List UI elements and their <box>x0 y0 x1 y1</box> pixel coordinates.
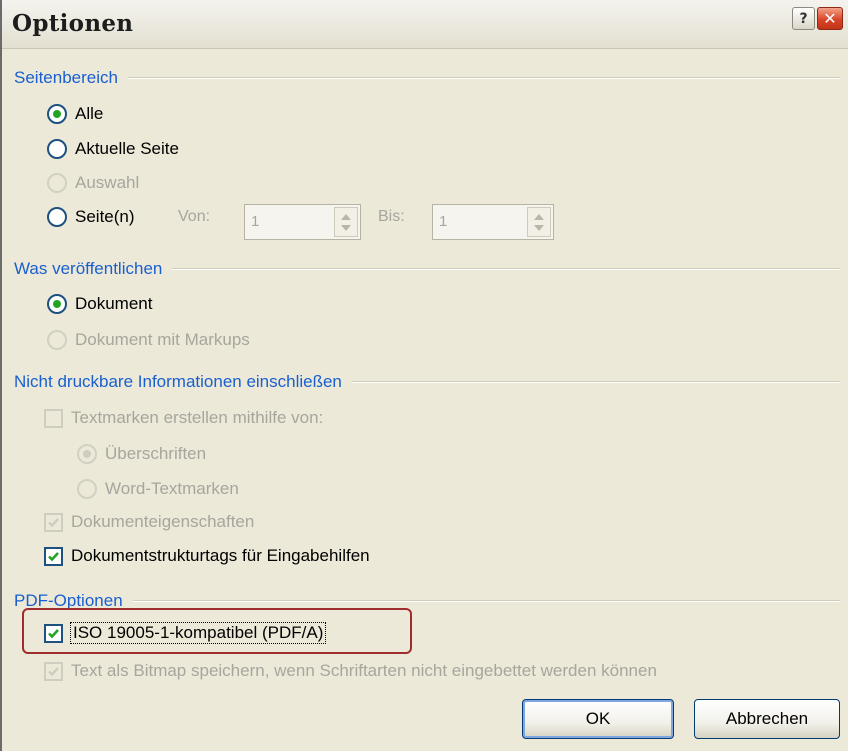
to-label: Bis: <box>378 208 405 225</box>
checkbox-icon[interactable] <box>44 623 63 643</box>
radio-selected-dot <box>53 110 61 118</box>
checkbox-doc-properties-label: Dokumenteigenschaften <box>71 512 255 531</box>
spinner-arrows[interactable] <box>334 207 358 237</box>
radio-all-label: Alle <box>75 104 104 123</box>
ok-button[interactable]: OK <box>522 699 674 739</box>
radio-document-markups: Dokument mit Markups <box>47 330 250 350</box>
options-dialog: Optionen ? ✕ Seitenbereich Alle Aktuelle… <box>0 0 848 751</box>
checkbox-structure-tags-label: Dokumentstrukturtags für Eingabehilfen <box>71 546 370 565</box>
radio-icon[interactable] <box>47 294 67 314</box>
to-page-value: 1 <box>439 213 448 230</box>
group-divider <box>127 77 840 79</box>
radio-current-page-label: Aktuelle Seite <box>75 139 179 158</box>
radio-headings: Überschriften <box>77 444 206 464</box>
from-label: Von: <box>178 208 211 225</box>
radio-headings-label: Überschriften <box>105 444 207 463</box>
spin-down-icon[interactable] <box>534 225 544 231</box>
spinner-arrows[interactable] <box>527 207 551 237</box>
checkmark-icon <box>48 666 59 676</box>
to-page-spinner[interactable]: 1 <box>432 204 554 240</box>
radio-all[interactable]: Alle <box>47 104 103 124</box>
radio-icon[interactable] <box>47 207 67 227</box>
checkbox-bookmarks-label: Textmarken erstellen mithilfe von: <box>71 408 324 427</box>
dialog-title: Optionen <box>12 10 134 37</box>
checkbox-doc-properties: Dokumenteigenschaften <box>44 512 254 532</box>
radio-icon[interactable] <box>47 139 67 159</box>
checkmark-icon <box>48 551 59 561</box>
checkbox-bitmap-text-label: Text als Bitmap speichern, wenn Schrifta… <box>71 661 657 680</box>
radio-document[interactable]: Dokument <box>47 294 152 314</box>
group-divider <box>351 381 840 383</box>
radio-current-page[interactable]: Aktuelle Seite <box>47 139 179 159</box>
title-bar[interactable]: Optionen ? ✕ <box>2 0 848 49</box>
radio-document-label: Dokument <box>75 294 153 313</box>
group-title-publish: Was veröffentlichen <box>14 259 163 278</box>
radio-selected-dot <box>53 300 61 308</box>
checkbox-bookmarks: Textmarken erstellen mithilfe von: <box>44 408 323 428</box>
radio-pages-label: Seite(n) <box>75 207 135 226</box>
group-title-page-range: Seitenbereich <box>14 68 118 87</box>
radio-word-bookmarks: Word-Textmarken <box>77 479 239 499</box>
radio-document-markups-label: Dokument mit Markups <box>75 330 250 349</box>
radio-icon <box>47 330 67 350</box>
group-nonprint: Nicht druckbare Informationen einschließ… <box>14 369 840 395</box>
checkbox-iso-pdfa[interactable]: ISO 19005-1-kompatibel (PDF/A) <box>44 622 327 644</box>
radio-word-bookmarks-label: Word-Textmarken <box>105 479 239 498</box>
group-publish: Was veröffentlichen <box>14 256 840 282</box>
checkbox-bitmap-text: Text als Bitmap speichern, wenn Schrifta… <box>44 661 657 681</box>
group-title-nonprint: Nicht druckbare Informationen einschließ… <box>14 372 342 391</box>
radio-icon <box>77 479 97 499</box>
group-divider <box>172 268 840 270</box>
from-page-value: 1 <box>251 213 260 230</box>
checkbox-icon <box>44 661 63 681</box>
cancel-button[interactable]: Abbrechen <box>694 699 840 739</box>
checkmark-icon <box>48 628 59 638</box>
radio-selected-dot <box>83 450 91 458</box>
radio-icon <box>77 444 97 464</box>
checkbox-iso-pdfa-label: ISO 19005-1-kompatibel (PDF/A) <box>69 622 327 644</box>
radio-icon <box>47 173 67 193</box>
group-page-range: Seitenbereich <box>14 65 840 91</box>
group-divider <box>132 600 840 602</box>
from-page-spinner[interactable]: 1 <box>244 204 361 240</box>
checkbox-icon <box>44 512 63 532</box>
radio-icon[interactable] <box>47 104 67 124</box>
spin-down-icon[interactable] <box>341 225 351 231</box>
checkmark-icon <box>48 517 59 527</box>
close-button[interactable]: ✕ <box>817 7 843 30</box>
checkbox-icon[interactable] <box>44 546 63 566</box>
checkbox-structure-tags[interactable]: Dokumentstrukturtags für Eingabehilfen <box>44 546 370 566</box>
help-button[interactable]: ? <box>792 7 815 30</box>
checkbox-icon <box>44 408 63 428</box>
spin-up-icon[interactable] <box>534 214 544 220</box>
spin-up-icon[interactable] <box>341 214 351 220</box>
radio-selection: Auswahl <box>47 173 139 193</box>
radio-pages[interactable]: Seite(n) <box>47 207 135 227</box>
radio-selection-label: Auswahl <box>75 173 140 192</box>
